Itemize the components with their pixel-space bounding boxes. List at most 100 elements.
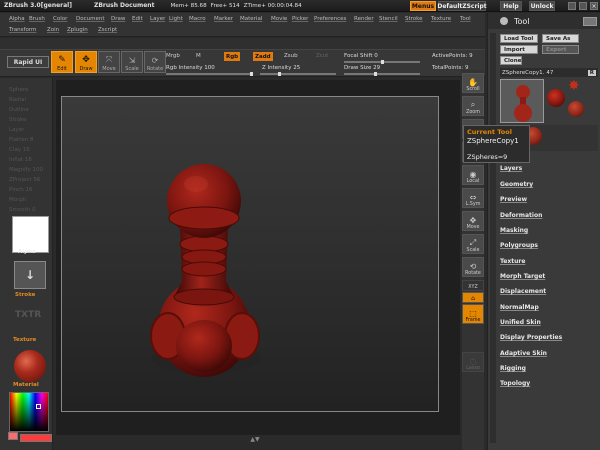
local-button[interactable]: ◉ Local [462,165,484,185]
menu-preview[interactable]: Preview [500,196,527,203]
clone-button[interactable]: Clone [500,56,522,65]
minimize-icon[interactable] [568,2,576,10]
menu-alpha[interactable]: Alpha [9,16,25,22]
draw-size-knob[interactable] [374,72,377,76]
menu-picker[interactable]: Picker [292,16,308,22]
z-intensity-slider[interactable]: Z Intensity 25 [262,65,300,71]
ghost-brush-2[interactable]: Outline [9,107,29,113]
main-color-swatch[interactable] [20,434,52,442]
save-as-button[interactable]: Save As [542,34,579,43]
menu-draw[interactable]: Draw [111,16,125,22]
rgb-intensity-knob[interactable] [250,72,253,76]
export-button[interactable]: Export [542,45,579,54]
ghost-brush-8[interactable]: Magnify 100 [9,167,43,173]
rgb-intensity-track[interactable] [166,73,253,75]
viewport-move-button[interactable]: ✥ Move [462,211,484,231]
ghost-brush-1[interactable]: Radial [9,97,26,103]
draw-size-slider[interactable]: Draw Size 29 [344,65,380,71]
ghost-brush-3[interactable]: Stroke [9,117,27,123]
color-picker-cursor[interactable] [36,404,41,409]
viewport-scale-button[interactable]: ⤢ Scale [462,234,484,254]
menu-movie[interactable]: Movie [271,16,287,22]
rapid-ui-button[interactable]: Rapid UI [7,56,49,68]
mrgb-button[interactable]: Mrgb [166,53,180,59]
menu-polygroups[interactable]: Polygroups [500,242,538,249]
draw-size-track[interactable] [344,73,420,75]
focal-shift-slider[interactable]: Focal Shift 0 [344,53,378,59]
menu-light[interactable]: Light [169,16,183,22]
ghost-brush-6[interactable]: Clay 16 [9,147,30,153]
stroke-label[interactable]: Stroke [15,292,35,298]
menu-normalmap[interactable]: NormalMap [500,304,539,311]
scale-button[interactable]: ⇲ Scale [121,51,143,73]
menu-stencil[interactable]: Stencil [379,16,398,22]
menu-texture[interactable]: Texture [431,16,451,22]
menu-geometry[interactable]: Geometry [500,181,533,188]
zsub-button[interactable]: Zsub [284,53,298,59]
menu-stroke[interactable]: Stroke [405,16,423,22]
zadd-button[interactable]: Zadd [253,52,273,61]
zcut-button[interactable]: Zcut [316,53,328,59]
ghost-brush-12[interactable]: Smooth 0 [9,207,35,213]
menu-marker[interactable]: Marker [214,16,233,22]
texture-label[interactable]: Texture [13,337,36,343]
frame-button[interactable]: ⬚ Frame [462,304,484,324]
default-zscript-button[interactable]: DefaultZScript [437,1,487,11]
unlock-button[interactable]: Unlock [529,1,555,11]
ghost-brush-11[interactable]: Morph [9,197,26,203]
menu-morph-target[interactable]: Morph Target [500,273,545,280]
menu-zoin[interactable]: Zoin [47,27,59,33]
current-tool-thumbnail[interactable] [500,79,544,123]
menu-topology[interactable]: Topology [500,380,530,387]
menu-macro[interactable]: Macro [189,16,206,22]
zoom-button[interactable]: ⌕ Zoom [462,96,484,116]
menu-texture-sub[interactable]: Texture [500,258,525,265]
rotate-button[interactable]: ⟳ Rotate [144,51,166,73]
menu-zplugin[interactable]: Zplugin [67,27,88,33]
zsphere-tool-icon[interactable] [568,101,584,117]
close-icon[interactable]: × [590,2,598,10]
menu-zscript[interactable]: Zscript [98,27,117,33]
ghost-brush-5[interactable]: Flatten 8 [9,137,34,143]
menu-color[interactable]: Color [53,16,67,22]
tool-palette-scrollbar[interactable] [490,33,496,443]
color-picker[interactable] [9,392,49,432]
menu-layer[interactable]: Layer [150,16,165,22]
menu-masking[interactable]: Masking [500,227,528,234]
menu-render[interactable]: Render [354,16,374,22]
r-button[interactable]: R [587,69,596,76]
bottom-tray-arrow-icon[interactable]: ▲▼ [246,437,264,443]
menu-transform[interactable]: Transform [9,27,36,33]
help-button[interactable]: Help [500,1,522,11]
menus-button[interactable]: Menus [410,1,436,11]
lsym-button[interactable]: ⇔ L.Sym [462,188,484,208]
import-button[interactable]: Import [500,45,538,54]
sphere3d-tool-icon[interactable] [547,89,565,107]
m-button[interactable]: M [196,53,201,59]
menu-tool[interactable]: Tool [460,16,471,22]
viewport-rotate-button[interactable]: ⟲ Rotate [462,257,484,277]
xyz-button[interactable]: XYZ [462,280,484,291]
ghost-brush-9[interactable]: ZProject 56 [9,177,40,183]
document-canvas[interactable] [61,96,439,412]
ghost-brush-0[interactable]: Sphere [9,87,28,93]
menu-document[interactable]: Document [76,16,105,22]
z-intensity-knob[interactable] [278,72,281,76]
menu-deformation[interactable]: Deformation [500,212,542,219]
menu-display-properties[interactable]: Display Properties [500,334,562,341]
z-intensity-track[interactable] [260,73,336,75]
menu-unified-skin[interactable]: Unified Skin [500,319,541,326]
palette-dock-icon[interactable] [583,16,597,26]
stroke-thumbnail[interactable]: ↓ [14,261,46,289]
menu-material[interactable]: Material [240,16,262,22]
ghost-brush-7[interactable]: Inflat 16 [9,157,32,163]
edit-button[interactable]: ✎ Edit [51,51,73,73]
menu-displacement[interactable]: Displacement [500,288,546,295]
menu-edit[interactable]: Edit [132,16,143,22]
material-label[interactable]: Material [13,382,39,388]
polyframe-toggle[interactable]: ⌂ [462,292,484,303]
scroll-button[interactable]: ✋ Scroll [462,73,484,93]
txtr-off-thumbnail[interactable]: TXTR [15,310,41,320]
lasso-button[interactable]: ◌ Lasso [462,352,484,372]
load-tool-button[interactable]: Load Tool [500,34,538,43]
